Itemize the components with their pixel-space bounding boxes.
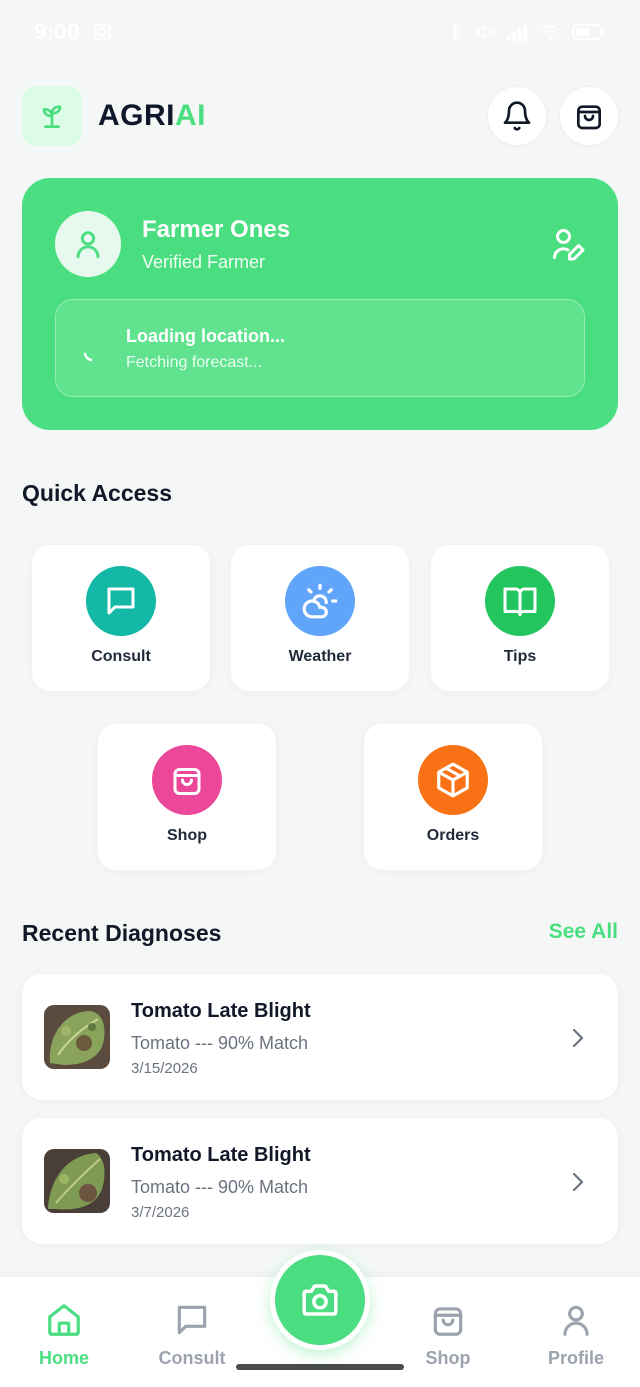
diagnosis-date: 3/15/2026 (131, 1060, 198, 1077)
box-icon (418, 745, 488, 815)
nav-home[interactable]: Home (14, 1301, 114, 1369)
diagnosis-card[interactable]: Tomato Late Blight Tomato --- 90% Match … (22, 1118, 618, 1244)
see-all-link[interactable]: See All (549, 920, 618, 944)
shopping-bag-icon (433, 1307, 463, 1336)
bluetooth-icon (450, 23, 460, 41)
app-logo (22, 86, 82, 146)
status-time: 9:00 (34, 19, 81, 44)
quick-access-tips[interactable]: Tips (431, 545, 609, 691)
nav-consult[interactable]: Consult (142, 1301, 242, 1369)
book-icon (485, 566, 555, 636)
notifications-button[interactable] (488, 87, 546, 145)
user-icon (563, 1305, 589, 1336)
nav-label: Home (38, 1348, 89, 1368)
battery-icon (572, 24, 605, 40)
location-title: Loading location... (126, 326, 285, 346)
nav-label: Consult (158, 1348, 226, 1368)
quick-access-label: Tips (503, 648, 537, 665)
status-bar: 9:00 (0, 0, 640, 64)
leaf-thumbnail (44, 1149, 110, 1213)
user-edit-icon (553, 229, 585, 261)
avatar (55, 211, 121, 277)
nav-profile[interactable]: Profile (526, 1301, 626, 1369)
chevron-right-icon (572, 1028, 584, 1048)
brand-name: AGRIAI (98, 99, 206, 133)
loading-spinner-icon (83, 352, 93, 362)
quick-access-label: Weather (288, 648, 352, 665)
chevron-right-icon (572, 1172, 584, 1192)
diagnosis-subtitle: Tomato --- 90% Match (131, 1033, 309, 1053)
weather-icon (285, 566, 355, 636)
quick-access-orders[interactable]: Orders (364, 724, 542, 870)
brand-part-2: AI (175, 99, 206, 132)
farmer-status: Verified Farmer (142, 252, 266, 272)
shopping-bag-icon (577, 105, 601, 130)
quick-access-shop[interactable]: Shop (98, 724, 276, 870)
scan-camera-button[interactable] (270, 1250, 370, 1350)
nav-label: Profile (547, 1348, 604, 1368)
farmer-name: Farmer Ones (142, 216, 291, 243)
bell-icon (503, 101, 531, 131)
instagram-icon (93, 23, 111, 41)
cart-button[interactable] (560, 87, 618, 145)
diagnosis-card[interactable]: Tomato Late Blight Tomato --- 90% Match … (22, 974, 618, 1100)
mute-icon (476, 25, 494, 39)
diagnosis-subtitle: Tomato --- 90% Match (131, 1177, 309, 1197)
chat-icon (86, 566, 156, 636)
user-icon (76, 231, 100, 259)
chat-icon (177, 1305, 207, 1335)
camera-icon (302, 1284, 338, 1316)
nav-label: Shop (425, 1348, 471, 1368)
weather-summary[interactable]: Loading location... Fetching forecast... (55, 299, 585, 397)
quick-access-consult[interactable]: Consult (32, 545, 210, 691)
signal-icon (507, 24, 527, 41)
wifi-icon (541, 25, 559, 41)
quick-access-weather[interactable]: Weather (231, 545, 409, 691)
profile-card: Farmer Ones Verified Farmer Loading loca… (22, 178, 618, 430)
quick-access-label: Orders (426, 827, 480, 844)
home-icon (48, 1304, 80, 1336)
nav-shop[interactable]: Shop (398, 1301, 498, 1369)
forecast-status: Fetching forecast... (126, 354, 263, 371)
sprout-icon (42, 105, 62, 128)
leaf-thumbnail (44, 1005, 110, 1069)
quick-access-label: Shop (167, 827, 207, 844)
brand-part-1: AGRI (98, 99, 175, 132)
quick-access-title: Quick Access (22, 480, 173, 506)
edit-profile-button[interactable] (548, 224, 588, 264)
diagnosis-title: Tomato Late Blight (131, 1144, 311, 1166)
home-indicator (236, 1364, 404, 1370)
recent-diagnoses-title: Recent Diagnoses (22, 920, 222, 946)
app-header: AGRIAI (22, 86, 618, 146)
diagnosis-date: 3/7/2026 (131, 1204, 190, 1221)
quick-access-label: Consult (91, 648, 151, 665)
diagnosis-title: Tomato Late Blight (131, 1000, 311, 1022)
bag-icon (152, 745, 222, 815)
